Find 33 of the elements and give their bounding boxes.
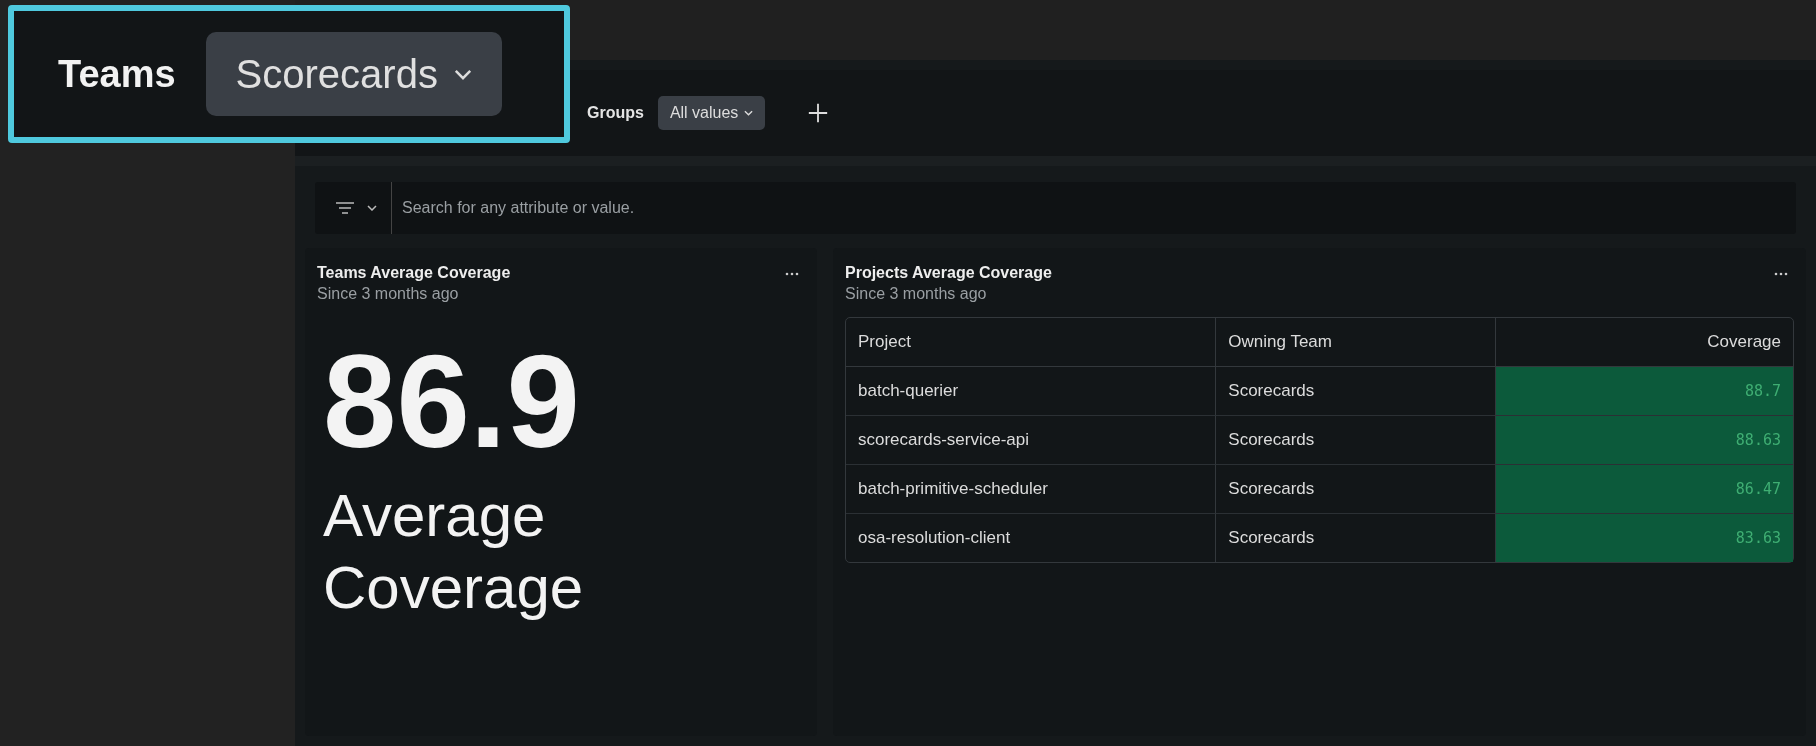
filter-icon: [335, 201, 355, 215]
more-icon[interactable]: [1774, 272, 1788, 276]
column-header: Owning Team: [1215, 318, 1495, 367]
filter-dropdown[interactable]: [315, 182, 392, 234]
table-cell: Scorecards: [1215, 416, 1495, 465]
page-title: Teams: [58, 52, 176, 96]
table-cell: 83.63: [1494, 514, 1793, 562]
search-field[interactable]: Search for any attribute or value.: [392, 182, 1796, 234]
table-cell: 88.63: [1494, 416, 1793, 465]
table-cell: Scorecards: [1215, 465, 1495, 514]
card-title: Projects Average Coverage: [845, 264, 1052, 282]
groups-label: Groups: [587, 104, 644, 122]
table-cell: Scorecards: [1215, 367, 1495, 416]
table-cell: batch-querier: [846, 367, 1216, 416]
card-subtitle: Since 3 months ago: [317, 285, 460, 303]
chevron-down-icon: [367, 205, 377, 211]
coverage-value: 86.9: [322, 329, 581, 475]
chevron-down-icon: [744, 110, 754, 116]
coverage-caption: Average Coverage: [322, 481, 585, 624]
table-cell-text: osa-resolution-client: [857, 527, 1012, 549]
table-cell: 86.47: [1494, 465, 1793, 514]
column-header: Project: [846, 318, 1216, 367]
table-cell: batch-primitive-scheduler: [846, 465, 1216, 514]
groups-dropdown[interactable]: All values: [657, 96, 766, 130]
add-icon[interactable]: [807, 102, 830, 124]
card-subtitle: Since 3 months ago: [845, 285, 988, 303]
table-cell: 88.7: [1494, 367, 1793, 416]
team-dropdown[interactable]: Scorecards: [205, 32, 502, 116]
table-cell: Scorecards: [1215, 514, 1495, 562]
card-title: Teams Average Coverage: [317, 264, 511, 282]
more-icon[interactable]: [785, 272, 799, 276]
chevron-down-icon: [453, 68, 472, 80]
table-cell: scorecards-service-api: [846, 416, 1216, 465]
